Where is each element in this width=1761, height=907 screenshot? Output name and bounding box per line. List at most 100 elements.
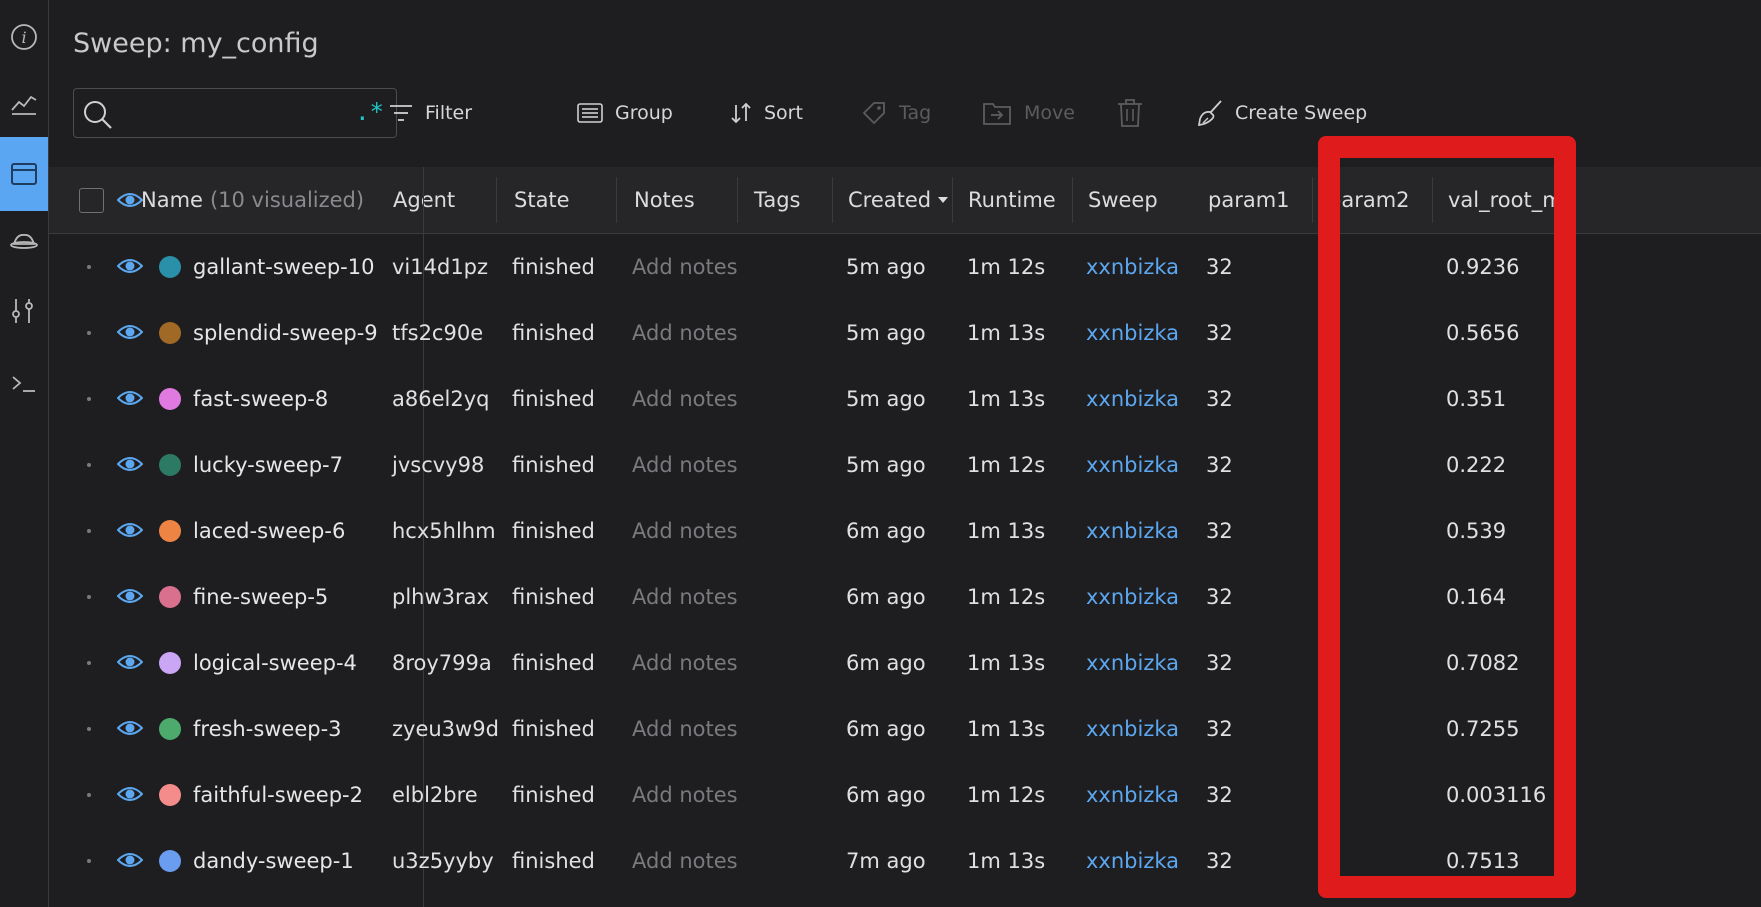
run-name-link[interactable]: fresh-sweep-3 [193,696,342,762]
eye-icon[interactable] [117,847,143,873]
table-row[interactable]: fine-sweep-5 plhw3rax finished Add notes 6m … [49,564,1761,630]
add-notes-link[interactable]: Add notes [632,498,738,564]
row-drag-handle[interactable] [87,859,91,863]
delete-button[interactable] [1117,88,1155,138]
create-sweep-button[interactable]: Create Sweep [1197,88,1367,138]
row-drag-handle[interactable] [87,793,91,797]
table-row[interactable]: faithful-sweep-2 elbl2bre finished Add note… [49,762,1761,828]
search-input[interactable] [122,97,346,131]
sidebar-artifacts-button[interactable] [0,204,48,278]
sweep-link[interactable]: xxnbizka [1086,432,1179,498]
column-header-sweep[interactable]: Sweep [1088,167,1158,233]
run-color-swatch[interactable] [159,454,181,476]
eye-icon[interactable] [117,781,143,807]
column-header-agent[interactable]: Agent [393,167,455,233]
eye-icon[interactable] [117,319,143,345]
row-drag-handle[interactable] [87,661,91,665]
sweep-link[interactable]: xxnbizka [1086,366,1179,432]
add-notes-link[interactable]: Add notes [632,366,738,432]
run-name-link[interactable]: gallant-sweep-10 [193,234,374,300]
eye-icon[interactable] [117,187,143,213]
sidebar-table-button[interactable] [0,137,48,211]
sweep-link[interactable]: xxnbizka [1086,762,1179,828]
row-drag-handle[interactable] [87,463,91,467]
run-color-swatch[interactable] [159,850,181,872]
column-header-created[interactable]: Created [848,167,949,233]
column-header-param1[interactable]: param1 [1208,167,1290,233]
column-header-name[interactable]: Name (10 visualized) [141,167,364,233]
table-row[interactable]: logical-sweep-4 8roy799a finished Add notes… [49,630,1761,696]
sidebar-charts-button[interactable] [0,66,48,140]
run-name-link[interactable]: laced-sweep-6 [193,498,345,564]
run-name-link[interactable]: fine-sweep-5 [193,564,328,630]
table-row[interactable]: fast-sweep-8 a86el2yq finished Add notes 5m … [49,366,1761,432]
run-color-swatch[interactable] [159,784,181,806]
sweep-link[interactable]: xxnbizka [1086,234,1179,300]
run-name-link[interactable]: fast-sweep-8 [193,366,328,432]
table-row[interactable]: splendid-sweep-9 tfs2c90e finished Add note… [49,300,1761,366]
run-color-swatch[interactable] [159,652,181,674]
search-box[interactable]: .* [73,88,397,138]
table-row[interactable]: gallant-sweep-10 vi14d1pz finished Add note… [49,234,1761,300]
row-drag-handle[interactable] [87,595,91,599]
sidebar-terminal-button[interactable] [0,346,48,420]
eye-icon[interactable] [117,649,143,675]
sweep-link[interactable]: xxnbizka [1086,564,1179,630]
table-row[interactable]: fresh-sweep-3 zyeu3w9d finished Add notes 6m… [49,696,1761,762]
regex-toggle[interactable]: .* [355,97,384,127]
visualized-count: (10 visualized) [209,188,365,212]
add-notes-link[interactable]: Add notes [632,234,738,300]
table-row[interactable]: laced-sweep-6 hcx5hlhm finished Add notes 6m… [49,498,1761,564]
run-color-swatch[interactable] [159,586,181,608]
sweep-link[interactable]: xxnbizka [1086,696,1179,762]
row-drag-handle[interactable] [87,727,91,731]
run-name-link[interactable]: splendid-sweep-9 [193,300,378,366]
column-header-notes[interactable]: Notes [634,167,695,233]
column-header-val-root[interactable]: val_root_m [1448,167,1563,233]
select-all-checkbox[interactable] [79,188,104,213]
sidebar-info-button[interactable]: i [0,0,48,74]
row-drag-handle[interactable] [87,265,91,269]
row-drag-handle[interactable] [87,331,91,335]
row-drag-handle[interactable] [87,529,91,533]
sort-button[interactable]: Sort [730,88,803,138]
run-color-swatch[interactable] [159,718,181,740]
run-name-link[interactable]: lucky-sweep-7 [193,432,343,498]
sweep-link[interactable]: xxnbizka [1086,498,1179,564]
run-color-swatch[interactable] [159,388,181,410]
eye-icon[interactable] [117,385,143,411]
sweep-link[interactable]: xxnbizka [1086,630,1179,696]
add-notes-link[interactable]: Add notes [632,300,738,366]
filter-button[interactable]: Filter [389,88,472,138]
table-row[interactable]: dandy-sweep-1 u3z5yyby finished Add notes 7m… [49,828,1761,894]
run-name-link[interactable]: logical-sweep-4 [193,630,357,696]
row-drag-handle[interactable] [87,397,91,401]
eye-icon[interactable] [117,715,143,741]
run-name-link[interactable]: faithful-sweep-2 [193,762,363,828]
eye-icon[interactable] [117,451,143,477]
run-color-swatch[interactable] [159,520,181,542]
sweep-link[interactable]: xxnbizka [1086,828,1179,894]
eye-icon[interactable] [117,517,143,543]
sidebar-sweeps-button[interactable] [0,274,48,348]
add-notes-link[interactable]: Add notes [632,828,738,894]
sweep-link[interactable]: xxnbizka [1086,300,1179,366]
column-header-state[interactable]: State [514,167,570,233]
column-header-runtime[interactable]: Runtime [968,167,1056,233]
column-header-tags[interactable]: Tags [754,167,801,233]
eye-icon[interactable] [117,583,143,609]
column-header-param2[interactable]: param2 [1328,167,1410,233]
tag-button[interactable]: Tag [861,88,931,138]
move-button[interactable]: Move [982,88,1075,138]
run-name-link[interactable]: dandy-sweep-1 [193,828,354,894]
add-notes-link[interactable]: Add notes [632,630,738,696]
run-color-swatch[interactable] [159,322,181,344]
add-notes-link[interactable]: Add notes [632,696,738,762]
add-notes-link[interactable]: Add notes [632,432,738,498]
run-color-swatch[interactable] [159,256,181,278]
add-notes-link[interactable]: Add notes [632,564,738,630]
eye-icon[interactable] [117,253,143,279]
table-row[interactable]: lucky-sweep-7 jvscvy98 finished Add notes 5m… [49,432,1761,498]
add-notes-link[interactable]: Add notes [632,762,738,828]
group-button[interactable]: Group [577,88,673,138]
